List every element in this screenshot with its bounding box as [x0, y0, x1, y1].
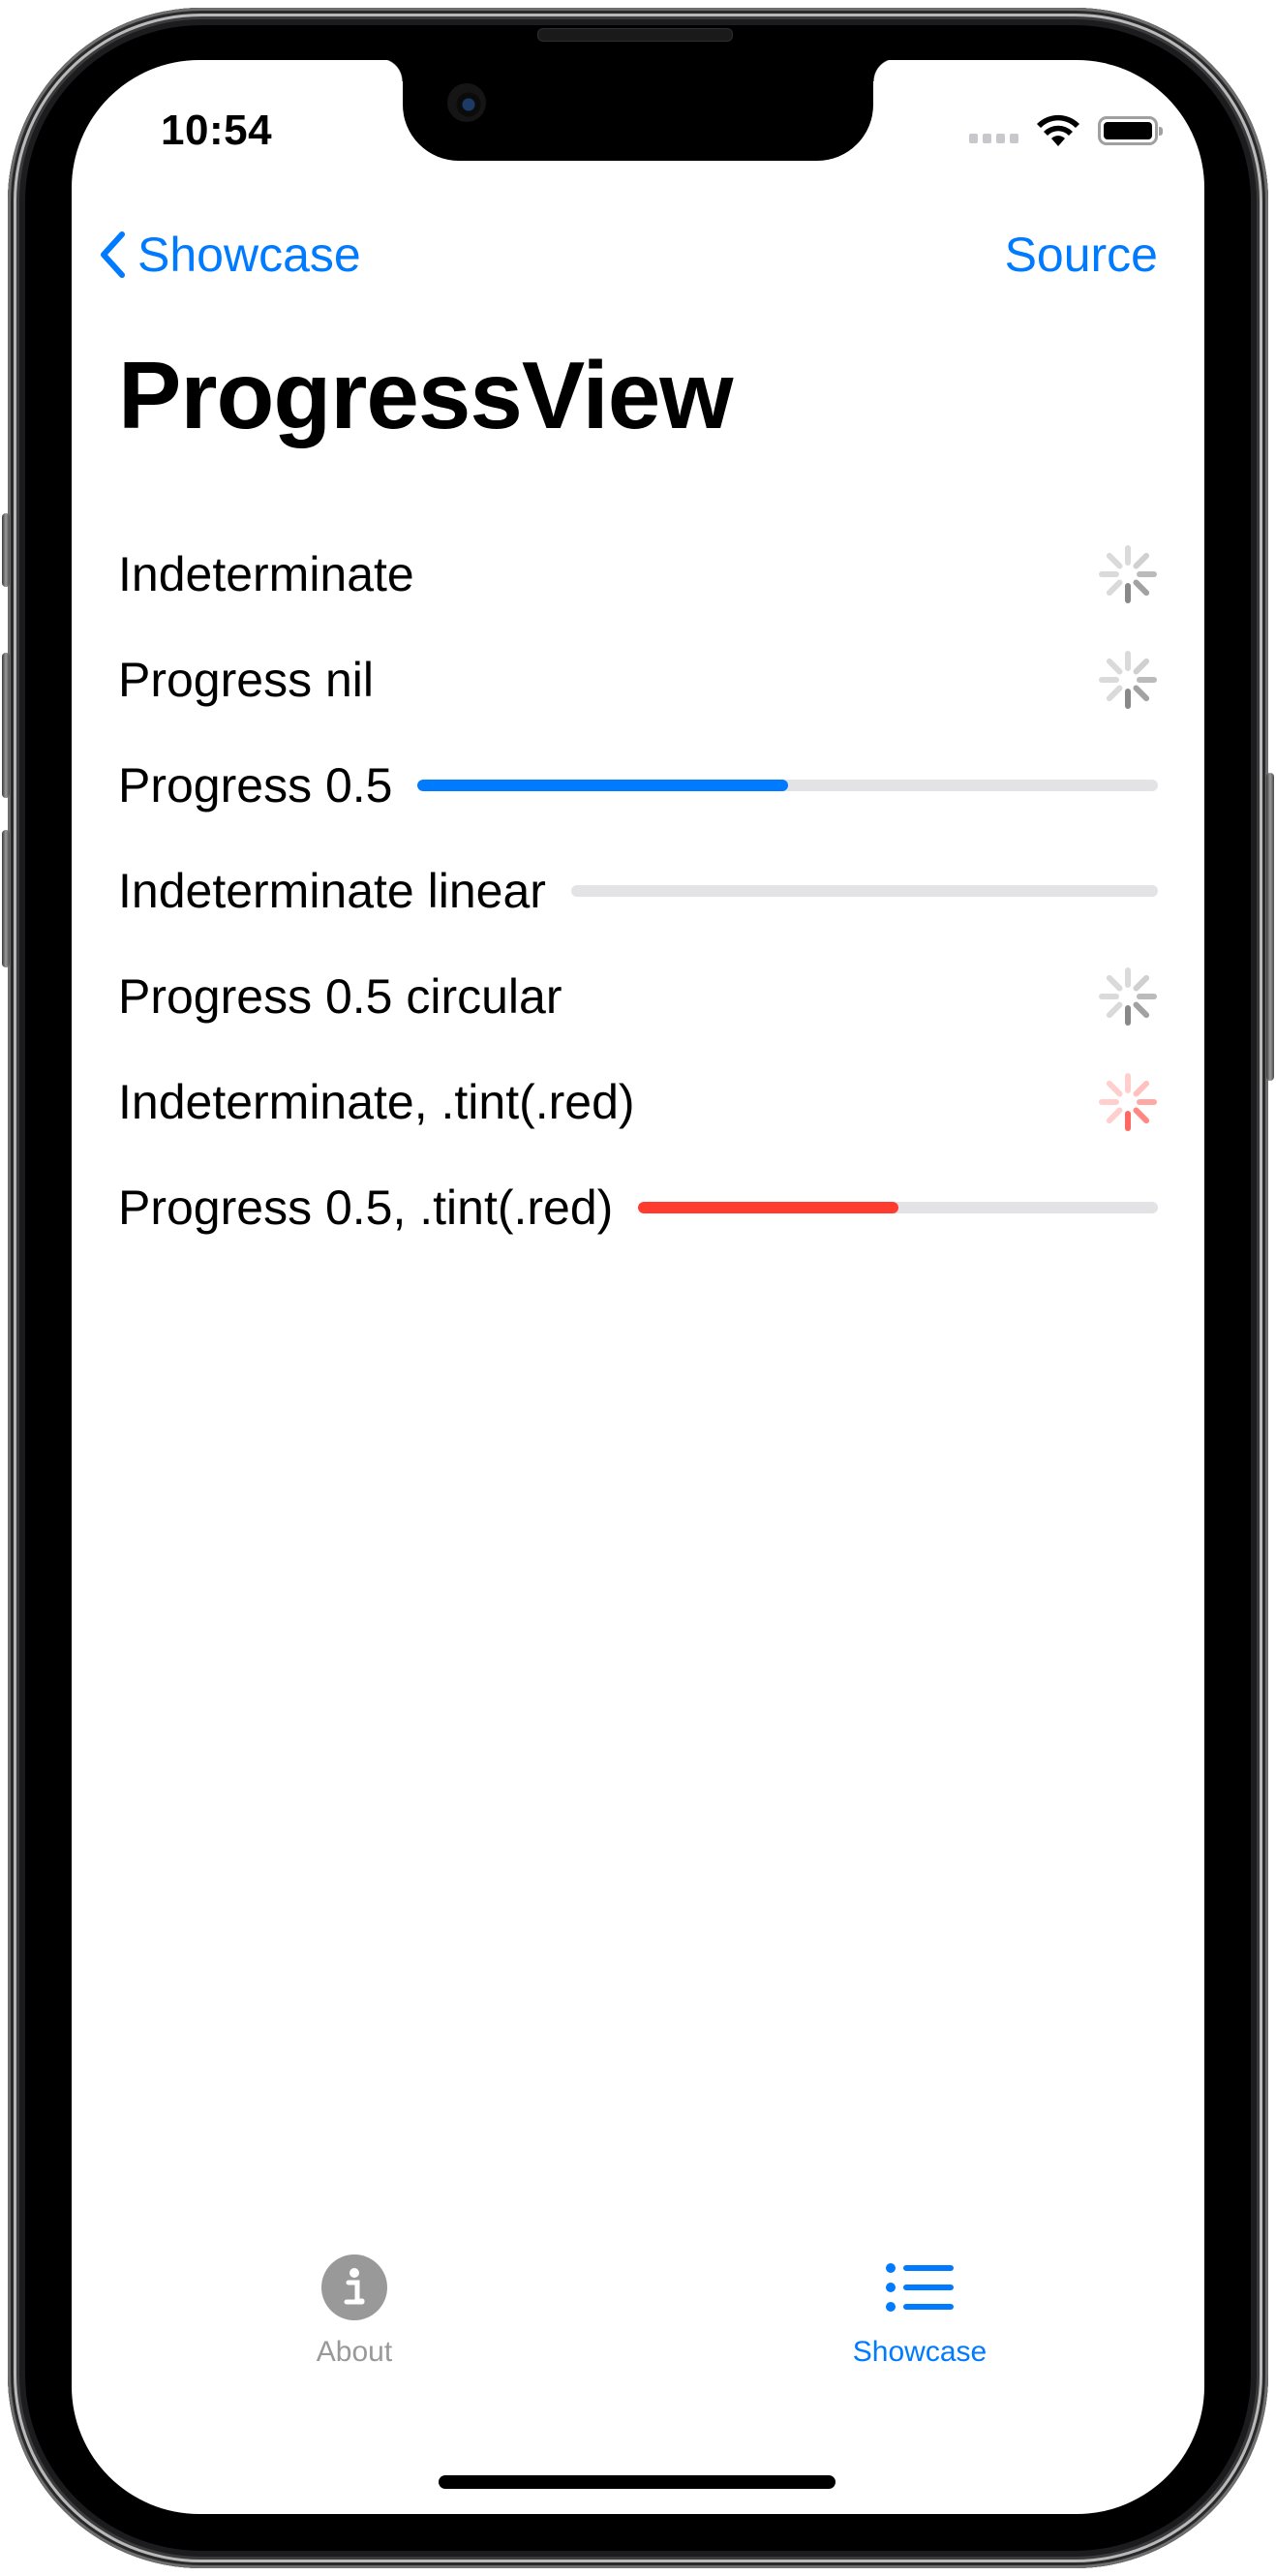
progress-control [660, 1072, 1158, 1132]
spinner-spoke [1106, 974, 1123, 992]
row-label: Progress 0.5 [118, 757, 393, 813]
spinner-spoke [1106, 1106, 1123, 1123]
activity-spinner-icon [1099, 544, 1157, 603]
spinner-spoke [1106, 1080, 1123, 1097]
earpiece-speaker [537, 28, 733, 42]
progress-control [440, 544, 1158, 604]
row-label: Indeterminate [118, 546, 414, 601]
progress-control [638, 1201, 1158, 1213]
row-label: Progress 0.5 circular [118, 968, 562, 1024]
spinner-spoke [1106, 1000, 1123, 1018]
info-circle-icon [321, 2254, 387, 2320]
list-item: Progress 0.5 [118, 732, 1158, 838]
progress-fill [638, 1201, 898, 1213]
back-button[interactable]: Showcase [99, 227, 361, 283]
spinner-spoke [1133, 658, 1150, 675]
spinner-spoke [1133, 578, 1150, 596]
spinner-spoke [1106, 578, 1123, 596]
page-title: ProgressView [118, 342, 733, 448]
progress-track [417, 779, 1158, 791]
spinner-spoke [1106, 684, 1123, 701]
list-item: Progress 0.5 circular [118, 943, 1158, 1049]
source-button[interactable]: Source [1005, 227, 1158, 283]
progress-track [638, 1201, 1158, 1213]
screen: 10:54 Showcase Source ProgressView Indet… [72, 60, 1204, 2514]
tab-showcase[interactable]: Showcase [804, 2253, 1036, 2369]
progress-control [570, 884, 1158, 897]
list-item: Indeterminate, .tint(.red) [118, 1049, 1158, 1154]
tab-about[interactable]: About [238, 2253, 471, 2369]
row-label: Progress 0.5, .tint(.red) [118, 1180, 614, 1235]
tab-bar: About Showcase [72, 2223, 1204, 2514]
status-icons [969, 114, 1163, 147]
tab-about-label: About [316, 2336, 393, 2368]
spinner-spoke [1133, 684, 1150, 701]
spinner-spoke [1106, 552, 1123, 569]
volume-up-button [2, 653, 10, 798]
row-label: Progress nil [118, 652, 374, 707]
row-label: Indeterminate, .tint(.red) [118, 1074, 635, 1129]
list-item: Indeterminate linear [118, 838, 1158, 943]
spinner-spoke [1106, 658, 1123, 675]
row-label: Indeterminate linear [118, 863, 546, 918]
power-button [1266, 773, 1274, 1081]
progress-control [417, 779, 1158, 791]
activity-spinner-icon [1099, 650, 1157, 709]
progress-list: Indeterminate Progress nil Progress 0.5 Ind… [118, 521, 1158, 1260]
chevron-left-icon [101, 231, 125, 278]
progress-fill [417, 779, 788, 791]
cellular-signal-icon [969, 118, 1018, 143]
spinner-spoke [1133, 1106, 1150, 1123]
spinner-spoke [1133, 1000, 1150, 1018]
activity-spinner-icon [1099, 966, 1157, 1026]
home-indicator[interactable] [439, 2475, 835, 2489]
list-bullet-icon [886, 2263, 954, 2312]
spinner-spoke [1133, 552, 1150, 569]
spinner-spoke [1133, 1080, 1150, 1097]
wifi-icon [1037, 114, 1079, 146]
list-item: Progress 0.5, .tint(.red) [118, 1154, 1158, 1260]
activity-spinner-icon [1099, 1072, 1157, 1131]
tab-showcase-label: Showcase [852, 2336, 987, 2368]
progress-control [399, 650, 1158, 710]
spinner-spoke [1133, 974, 1150, 992]
progress-control [588, 966, 1159, 1027]
silent-switch [2, 513, 10, 587]
volume-down-button [2, 830, 10, 967]
back-button-label: Showcase [137, 228, 361, 282]
status-time: 10:54 [161, 107, 273, 154]
battery-icon [1098, 116, 1163, 145]
list-item: Indeterminate [118, 521, 1158, 627]
front-camera [447, 83, 486, 122]
progress-track [570, 884, 1158, 897]
list-item: Progress nil [118, 627, 1158, 732]
